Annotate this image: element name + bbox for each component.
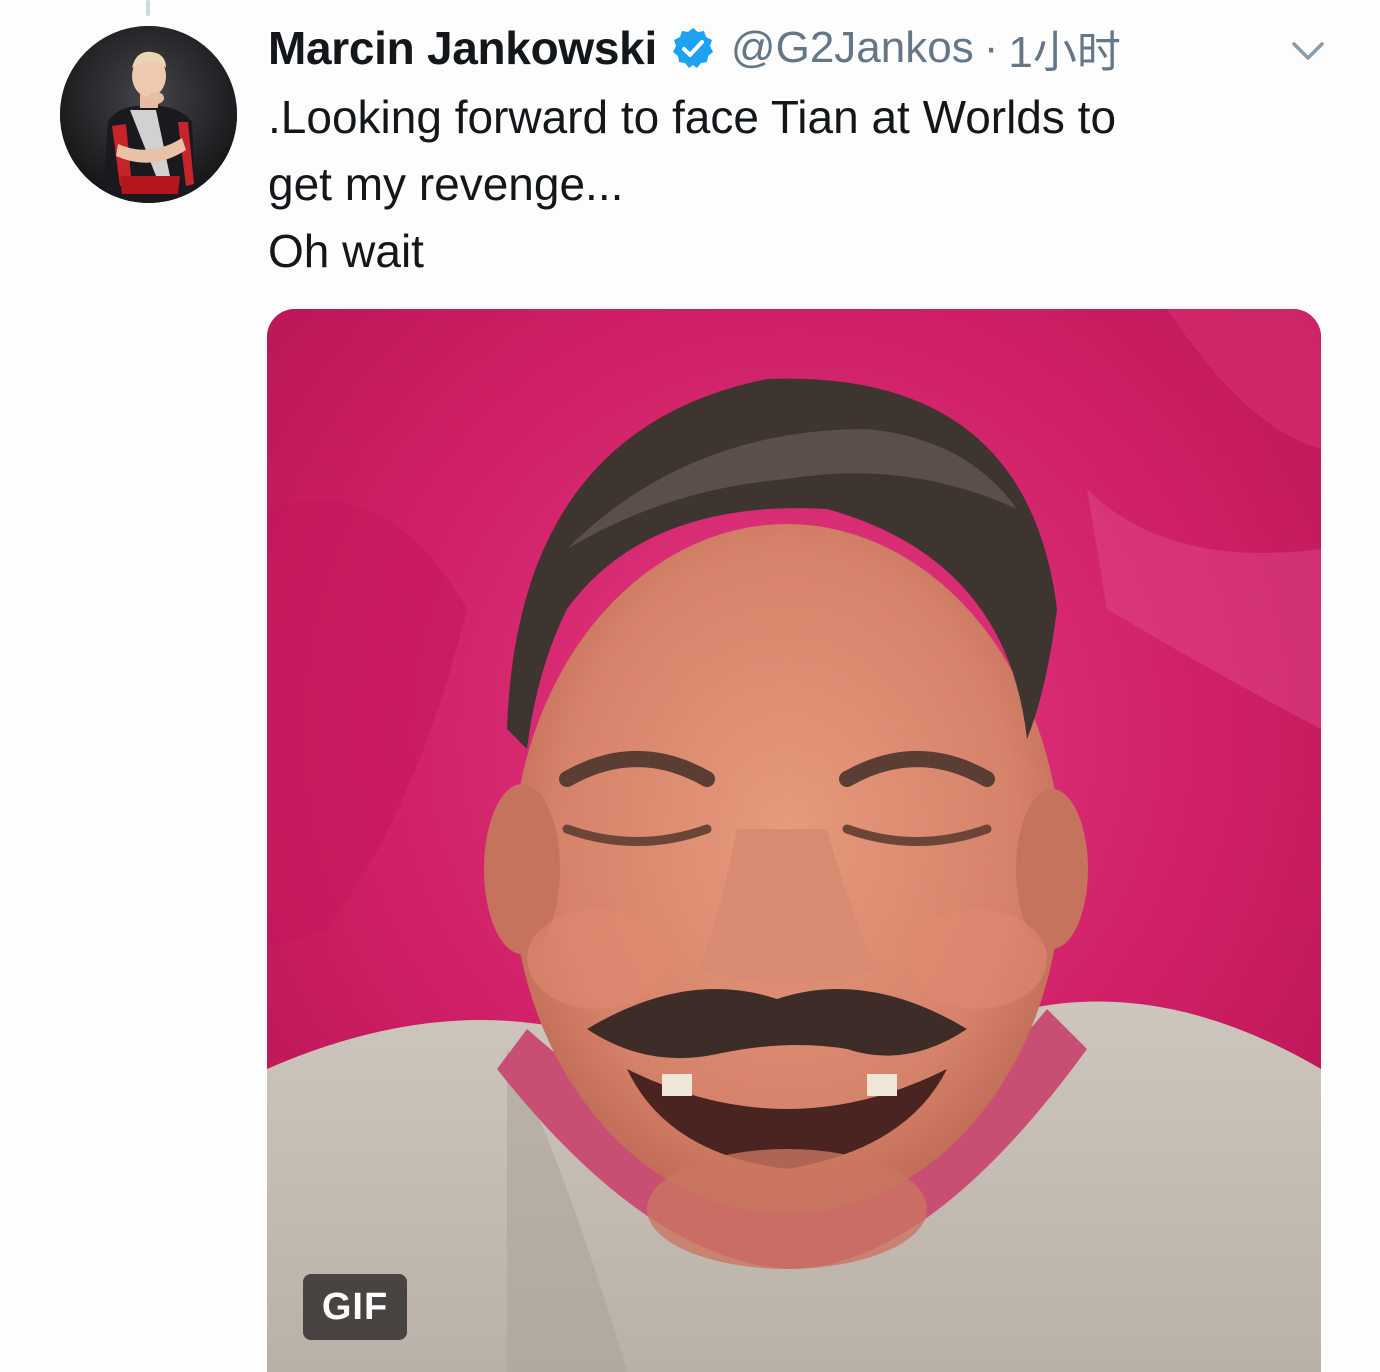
- tweet-text-line: Oh wait: [268, 225, 424, 277]
- meta-separator: ·: [983, 23, 999, 72]
- avatar-image: [60, 26, 237, 203]
- thread-connector-line: [146, 0, 150, 16]
- avatar[interactable]: [60, 26, 237, 203]
- author-handle[interactable]: @G2Jankos: [731, 23, 974, 73]
- tweet-header: Marcin Jankowski @G2Jankos · 1小时: [268, 18, 1338, 78]
- chevron-down-icon[interactable]: [1286, 28, 1330, 72]
- verified-badge-icon: [671, 26, 715, 70]
- author-display-name[interactable]: Marcin Jankowski: [268, 21, 657, 75]
- tweet-gif-media[interactable]: GIF: [267, 309, 1321, 1372]
- tweet-text-line: get my revenge...: [268, 158, 624, 210]
- tweet-text: .Looking forward to face Tian at Worlds …: [268, 84, 1338, 285]
- tweet-timestamp[interactable]: 1小时: [1008, 16, 1120, 80]
- gif-badge: GIF: [303, 1274, 407, 1340]
- gif-image: [267, 309, 1321, 1372]
- tweet-text-line: .Looking forward to face Tian at Worlds …: [268, 91, 1117, 143]
